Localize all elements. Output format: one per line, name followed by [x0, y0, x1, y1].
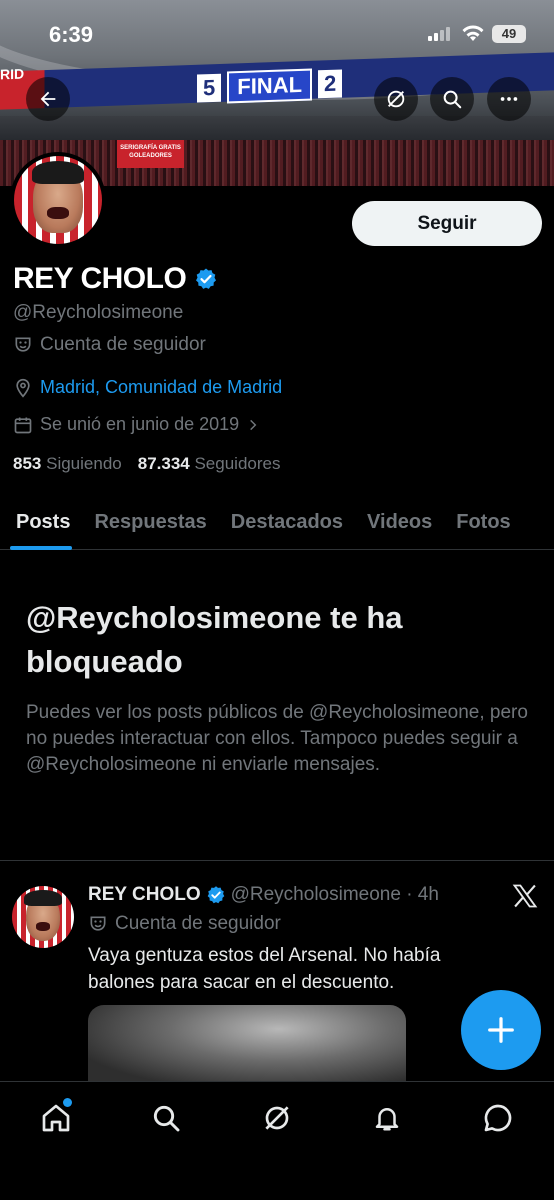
x-logo-icon — [511, 882, 539, 918]
plus-icon — [488, 1017, 514, 1043]
nav-messages[interactable] — [478, 1098, 518, 1138]
followers-count: 87.334 — [137, 454, 190, 473]
tab-respuestas[interactable]: Respuestas — [82, 495, 218, 550]
parody-mask-icon — [15, 337, 31, 352]
follow-counts: 853 Siguiendo 87.334 Seguidores — [13, 454, 280, 474]
post-handle-time: @Reycholosimeone · 4h — [230, 884, 439, 905]
post-avatar[interactable] — [12, 886, 74, 948]
compose-button[interactable] — [461, 990, 541, 1070]
nav-search[interactable] — [146, 1098, 186, 1138]
profile-avatar[interactable] — [10, 152, 106, 248]
score-right: 2 — [318, 69, 343, 99]
wifi-icon — [462, 25, 484, 41]
final-label: FINAL — [227, 68, 313, 104]
nav-home[interactable] — [36, 1098, 76, 1138]
search-button[interactable] — [430, 77, 474, 121]
blocked-description: Puedes ver los posts públicos de @Reycho… — [26, 702, 528, 775]
tab-posts[interactable]: Posts — [0, 495, 82, 550]
grok-icon — [265, 1106, 289, 1130]
post-media-image[interactable] — [88, 1005, 406, 1085]
chevron-right-icon — [250, 419, 257, 430]
bottom-navigation — [0, 1081, 554, 1200]
post-header: REY CHOLO @Reycholosimeone · 4h — [88, 884, 439, 906]
profile-handle: @Reycholosimeone — [13, 302, 184, 323]
back-arrow-icon — [40, 91, 56, 107]
signal-icon — [428, 27, 450, 41]
follow-button[interactable]: Seguir — [352, 201, 542, 246]
bell-icon — [375, 1108, 399, 1131]
parody-mask-icon — [90, 916, 106, 931]
back-button[interactable] — [26, 77, 70, 121]
joined-label: Se unió en junio de 2019 — [40, 414, 240, 434]
joined-row[interactable]: Se unió en junio de 2019 — [13, 414, 260, 435]
display-name: REY CHOLO — [13, 262, 187, 295]
search-icon — [153, 1105, 180, 1132]
profile-name-row: REY CHOLO — [13, 262, 218, 296]
location-link[interactable]: Madrid, Comunidad de Madrid — [40, 377, 282, 398]
post-account-type: Cuenta de seguidor — [115, 913, 281, 934]
chat-bubble-icon — [484, 1104, 512, 1132]
grok-button[interactable] — [374, 77, 418, 121]
score-left: 5 — [197, 73, 222, 103]
following-label: Siguiendo — [46, 454, 122, 473]
more-button[interactable] — [487, 77, 531, 121]
battery-indicator: 49 — [492, 25, 526, 43]
home-notification-dot — [63, 1098, 72, 1107]
account-type-label: Cuenta de seguidor — [40, 334, 206, 355]
following-count: 853 — [13, 454, 42, 473]
verified-badge-icon[interactable] — [194, 267, 218, 291]
blocked-title: @Reycholosimeone te ha bloqueado — [26, 600, 403, 679]
post-author-name[interactable]: REY CHOLO — [88, 884, 201, 906]
verified-badge-icon — [207, 886, 224, 904]
post-account-type-row: Cuenta de seguidor — [88, 913, 281, 935]
location-row: Madrid, Comunidad de Madrid — [13, 377, 282, 398]
calendar-icon — [14, 417, 32, 433]
tab-fotos[interactable]: Fotos — [444, 495, 522, 550]
grok-icon — [387, 90, 405, 108]
banner-left-text: RID — [0, 65, 25, 83]
divider — [0, 860, 554, 861]
led-board: SERIGRAFÍA GRATIS GOLEADORES — [117, 140, 184, 168]
profile-tabs: Posts Respuestas Destacados Videos Fotos — [0, 495, 554, 550]
nav-grok[interactable] — [257, 1098, 297, 1138]
followers-label: Seguidores — [194, 454, 281, 473]
location-pin-icon — [16, 378, 30, 398]
nav-notifications[interactable] — [367, 1098, 407, 1138]
status-time: 6:39 — [49, 22, 94, 47]
post-text[interactable]: Vaya gentuza estos del Arsenal. No había… — [88, 942, 508, 996]
followers-stat[interactable]: 87.334 Seguidores — [138, 454, 281, 474]
following-stat[interactable]: 853 Siguiendo — [13, 454, 122, 474]
search-icon — [443, 90, 462, 109]
status-bar: 6:39 49 — [0, 0, 554, 64]
tab-videos[interactable]: Videos — [355, 495, 444, 550]
account-type-row: Cuenta de seguidor — [13, 334, 206, 356]
scoreboard: 5 FINAL 2 — [197, 67, 343, 104]
more-icon — [500, 97, 518, 101]
tab-destacados[interactable]: Destacados — [219, 495, 355, 550]
